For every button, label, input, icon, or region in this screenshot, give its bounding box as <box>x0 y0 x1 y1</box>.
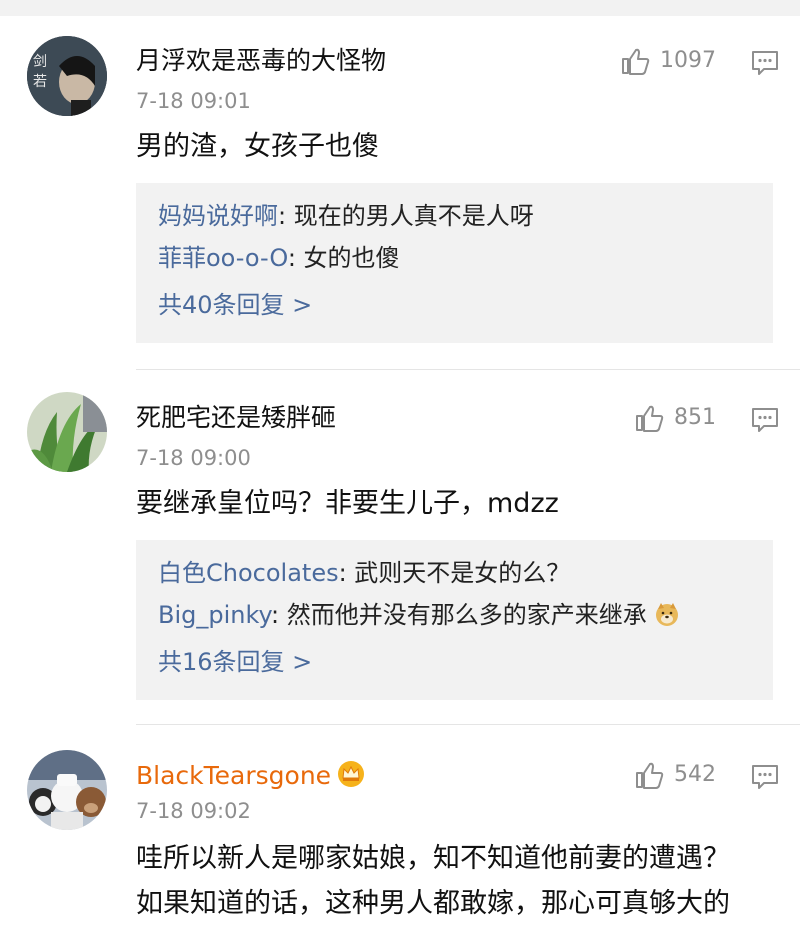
reply-item: 菲菲oo-o-O: 女的也傻 <box>158 237 751 279</box>
reply-username[interactable]: 菲菲oo-o-O <box>158 244 288 272</box>
more-replies-link[interactable]: 共40条回复 > <box>158 285 751 325</box>
username[interactable]: 死肥宅还是矮胖砸 <box>136 403 336 433</box>
like-button[interactable]: 851 <box>634 403 716 433</box>
comment-text: 要继承皇位吗？非要生儿子，mdzz <box>136 488 559 519</box>
comment-text: 哇所以新人是哪家姑娘，知不知道他前妻的遭遇？ <box>136 843 730 874</box>
avatar-image <box>27 750 107 830</box>
username-text: BlackTearsgone <box>136 761 332 790</box>
reply-username[interactable]: 白色Chocolates <box>158 559 339 587</box>
reply-box[interactable]: 妈妈说好啊: 现在的男人真不是人呀 菲菲oo-o-O: 女的也傻 共40条回复 … <box>136 183 773 343</box>
comment-text: 如果知道的话，这种男人都敢嫁，那心可真够大的 <box>136 888 730 919</box>
reply-text: : 武则天不是女的么？ <box>338 559 571 587</box>
avatar-image <box>27 392 107 472</box>
avatar[interactable] <box>27 392 107 472</box>
crown-badge-icon <box>338 761 365 787</box>
svg-text:若: 若 <box>33 74 47 90</box>
reply-item: 妈妈说好啊: 现在的男人真不是人呀 <box>158 195 751 237</box>
timestamp: 7-18 09:01 <box>136 89 251 113</box>
username[interactable]: 月浮欢是恶毒的大怪物 <box>136 46 386 76</box>
reply-text: : 现在的男人真不是人呀 <box>278 202 534 230</box>
reply-text: : 然而他并没有那么多的家产来继承 <box>270 601 647 629</box>
comment-text: 男的渣，女孩子也傻 <box>136 131 379 162</box>
more-replies-link[interactable]: 共16条回复 > <box>158 642 751 682</box>
avatar[interactable]: 剑 若 <box>27 36 107 116</box>
doge-emoji-icon <box>656 603 679 626</box>
reply-username[interactable]: Big_pinky <box>158 601 271 629</box>
like-button[interactable]: 1097 <box>620 46 716 76</box>
avatar-image: 剑 若 <box>27 36 107 116</box>
thumbs-up-icon <box>636 405 664 432</box>
avatar[interactable] <box>27 750 107 830</box>
reply-item: 白色Chocolates: 武则天不是女的么？ <box>158 552 751 594</box>
comment-item: BlackTearsgone 7-18 09:02 542 哇所以新人是哪家姑娘… <box>0 725 800 938</box>
comment-item: 死肥宅还是矮胖砸 7-18 09:00 851 要继承皇位吗？非要生儿子，mdz… <box>0 370 800 725</box>
thumbs-up-icon <box>636 762 664 789</box>
username[interactable]: BlackTearsgone <box>136 760 365 791</box>
svg-text:剑: 剑 <box>33 54 47 70</box>
like-count: 542 <box>674 762 716 787</box>
reply-text: : 女的也傻 <box>287 244 400 272</box>
like-count: 1097 <box>660 48 716 73</box>
reply-box[interactable]: 白色Chocolates: 武则天不是女的么？ Big_pinky: 然而他并没… <box>136 540 773 700</box>
timestamp: 7-18 09:02 <box>136 799 251 823</box>
comment-item: 剑 若 月浮欢是恶毒的大怪物 7-18 09:01 1097 男的渣，女孩子也傻… <box>0 0 800 370</box>
comment-bubble-icon[interactable] <box>750 405 780 435</box>
thumbs-up-icon <box>622 48 650 75</box>
like-count: 851 <box>674 405 716 430</box>
reply-item: Big_pinky: 然而他并没有那么多的家产来继承 <box>158 594 751 636</box>
timestamp: 7-18 09:00 <box>136 446 251 470</box>
comment-bubble-icon[interactable] <box>750 762 780 792</box>
reply-username[interactable]: 妈妈说好啊 <box>158 202 278 230</box>
comment-bubble-icon[interactable] <box>750 48 780 78</box>
like-button[interactable]: 542 <box>634 760 716 790</box>
